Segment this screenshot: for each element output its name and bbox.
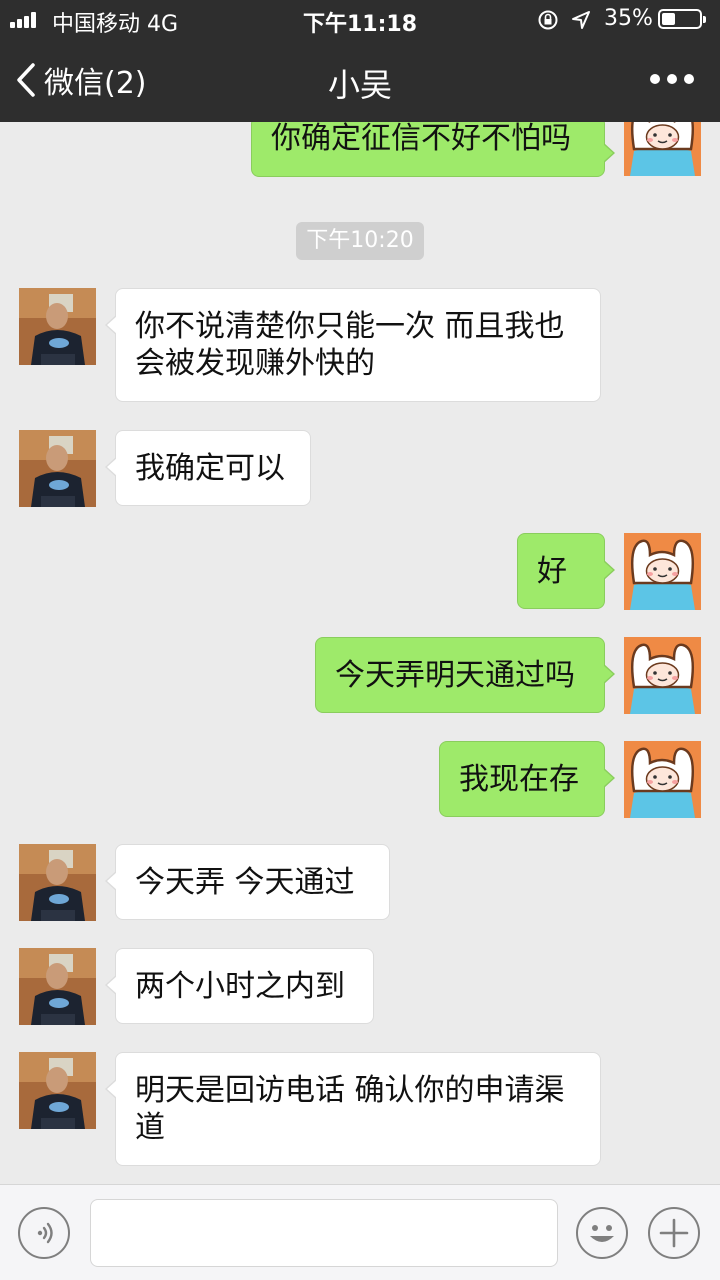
emoji-icon xyxy=(590,1225,614,1242)
header: 中国移动 4G 下午11:18 35% 微信(2) 小吴 xyxy=(0,0,720,122)
voice-button[interactable] xyxy=(18,1207,70,1259)
chat-timestamp: 下午10:20 xyxy=(296,222,424,260)
emoji-button[interactable] xyxy=(576,1207,628,1259)
nav-bar: 微信(2) 小吴 xyxy=(0,40,720,122)
plus-button[interactable] xyxy=(648,1207,700,1259)
more-dots-icon[interactable] xyxy=(650,74,694,86)
self-avatar[interactable] xyxy=(624,533,701,610)
message-bubble-sent[interactable]: 今天弄明天通过吗 xyxy=(315,637,615,713)
status-bar: 中国移动 4G 下午11:18 35% xyxy=(0,0,720,40)
contact-avatar[interactable] xyxy=(19,948,96,1025)
voice-icon xyxy=(37,1222,53,1244)
message-bubble-sent[interactable]: 你确定征信不好不怕吗 xyxy=(251,122,615,177)
message-bubble-sent[interactable]: 好 xyxy=(517,533,615,609)
message-bubble-received[interactable]: 今天弄 今天通过 xyxy=(105,844,390,920)
message-bubble-received[interactable]: 两个小时之内到 xyxy=(105,948,374,1024)
input-bar xyxy=(0,1184,720,1280)
plus-icon xyxy=(659,1218,689,1248)
message-bubble-received[interactable]: 我确定可以 xyxy=(105,430,311,506)
message-bubble-received[interactable]: 你不说清楚你只能一次 而且我也会被发现赚外快的 xyxy=(105,288,601,402)
battery-percent: 35% xyxy=(604,6,653,31)
contact-avatar[interactable] xyxy=(19,1052,96,1129)
chat-area[interactable]: 你确定征信不好不怕吗 下午10:20 你不说清楚你只能一次 而且我也会被发现赚外… xyxy=(0,122,720,1184)
rotation-lock-icon xyxy=(538,10,558,30)
chat-title: 小吴 xyxy=(327,66,392,104)
message-input[interactable] xyxy=(90,1199,558,1267)
self-avatar[interactable] xyxy=(624,637,701,714)
contact-avatar[interactable] xyxy=(19,288,96,365)
self-avatar[interactable] xyxy=(624,741,701,818)
message-bubble-sent[interactable]: 我现在存 xyxy=(439,741,615,817)
location-arrow-icon xyxy=(572,11,590,29)
message-bubble-received[interactable]: 明天是回访电话 确认你的申请渠道 xyxy=(105,1052,601,1166)
self-avatar[interactable] xyxy=(624,122,701,176)
contact-avatar[interactable] xyxy=(19,430,96,507)
contact-avatar[interactable] xyxy=(19,844,96,921)
battery-icon xyxy=(658,9,706,29)
